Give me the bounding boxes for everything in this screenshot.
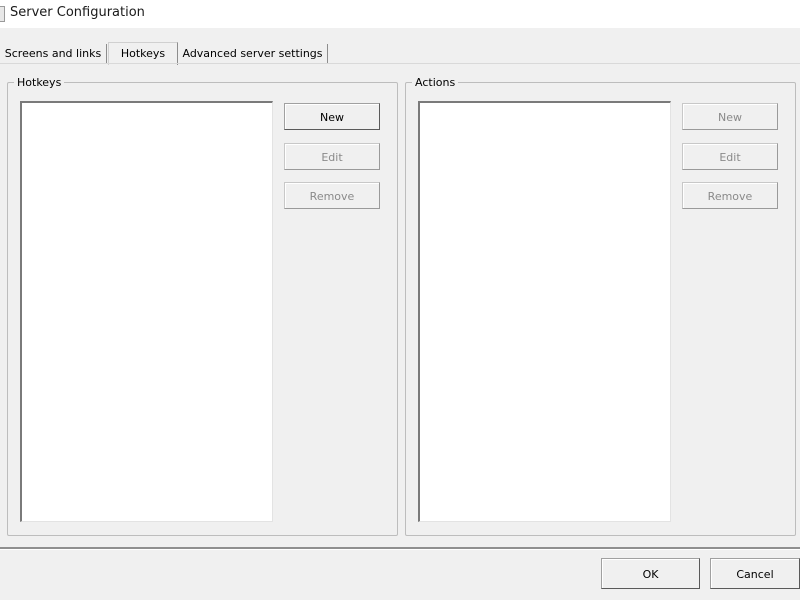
- hotkeys-group-label: Hotkeys: [14, 76, 65, 89]
- cancel-button[interactable]: Cancel: [710, 558, 800, 589]
- app-icon: [0, 6, 5, 22]
- hotkeys-new-button[interactable]: New: [284, 103, 380, 130]
- tab-screens-and-links[interactable]: Screens and links: [0, 44, 107, 64]
- ok-button[interactable]: OK: [601, 558, 700, 589]
- tab-hotkeys[interactable]: Hotkeys: [108, 42, 178, 65]
- footer-separator: [0, 547, 800, 550]
- hotkeys-list[interactable]: [20, 101, 273, 522]
- window-title: Server Configuration: [10, 5, 145, 20]
- tab-panel-border: [0, 63, 800, 64]
- title-bar: Server Configuration: [0, 0, 800, 28]
- actions-remove-button[interactable]: Remove: [682, 182, 778, 209]
- actions-edit-button[interactable]: Edit: [682, 143, 778, 170]
- hotkeys-remove-button[interactable]: Remove: [284, 182, 380, 209]
- actions-group-label: Actions: [412, 76, 459, 89]
- hotkeys-group: Hotkeys New Edit Remove: [7, 76, 398, 536]
- server-configuration-window: Server Configuration Screens and links H…: [0, 0, 800, 600]
- tab-strip: Screens and links Hotkeys Advanced serve…: [0, 42, 800, 65]
- actions-new-button[interactable]: New: [682, 103, 778, 130]
- tab-advanced-server-settings[interactable]: Advanced server settings: [178, 44, 328, 64]
- hotkeys-edit-button[interactable]: Edit: [284, 143, 380, 170]
- actions-group: Actions New Edit Remove: [405, 76, 796, 536]
- actions-list[interactable]: [418, 101, 671, 522]
